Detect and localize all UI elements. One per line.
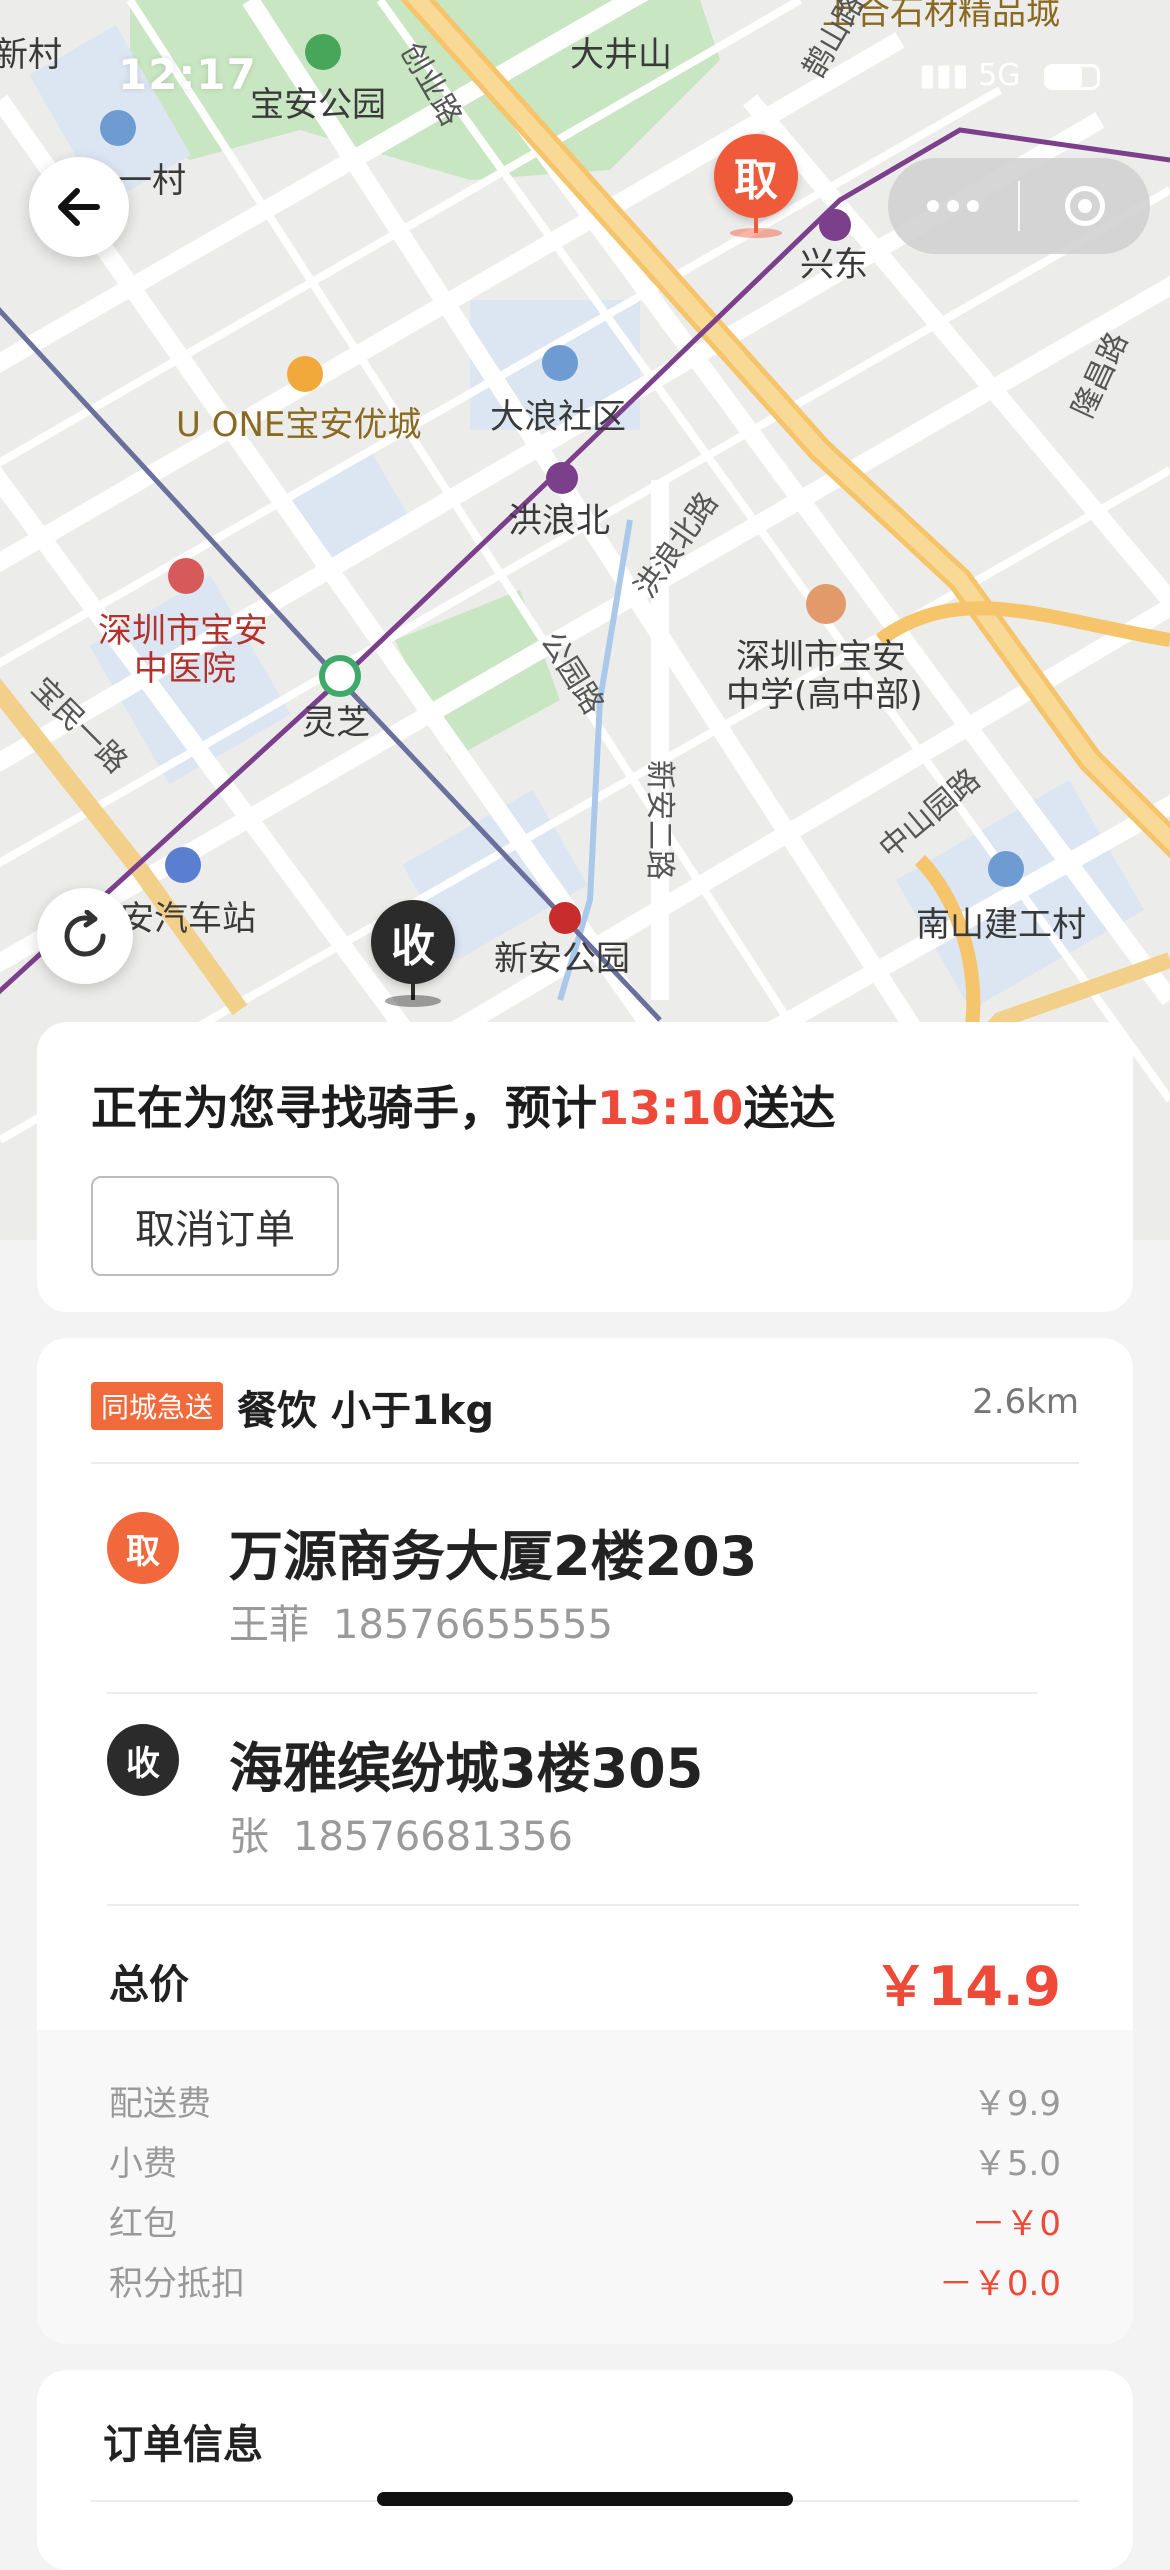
pickup-address-row[interactable]: 取 万源商务大厦2楼203 王菲 18576655555 xyxy=(107,1512,1037,1694)
pickup-badge: 取 xyxy=(107,1512,179,1584)
fee-value: ￥5.0 xyxy=(972,2143,1061,2184)
pickup-phone: 18576655555 xyxy=(333,1602,613,1648)
map-label: 深圳市宝安 xyxy=(736,637,906,677)
map-label: 新村 xyxy=(0,35,62,75)
status-prefix: 正在为您寻找骑手，预计 xyxy=(91,1081,597,1135)
refresh-button[interactable] xyxy=(37,888,133,984)
order-header: 同城急送 餐饮 小于1kg 2.6km xyxy=(91,1378,1079,1464)
dropoff-address-row[interactable]: 收 海雅缤纷城3楼305 张 18576681356 xyxy=(107,1724,1079,1906)
network-label: 5G xyxy=(978,58,1021,93)
delivery-status-text: 正在为您寻找骑手，预计13:10送达 xyxy=(91,1072,1079,1138)
map-label: 安汽车站 xyxy=(120,899,256,939)
fee-row: 小费 ￥5.0 xyxy=(109,2130,1061,2190)
dropoff-address: 海雅缤纷城3楼305 xyxy=(229,1737,704,1800)
dropoff-contact: 张 18576681356 xyxy=(229,1804,573,1862)
arrow-left-icon xyxy=(58,188,100,226)
map-label: 中医院 xyxy=(134,649,236,689)
signal-icon: ▮▮▮ xyxy=(919,58,969,93)
distance-label: 2.6km xyxy=(972,1382,1079,1422)
map-label: 中学(高中部) xyxy=(726,675,923,715)
order-info-card: 订单信息 xyxy=(37,2370,1133,2570)
miniprogram-capsule xyxy=(888,158,1150,254)
map-label: 深圳市宝安 xyxy=(98,611,268,651)
goods-type: 餐饮 小于1kg xyxy=(237,1388,495,1434)
fee-row: 积分抵扣 －￥0.0 xyxy=(109,2250,1061,2310)
cancel-order-button[interactable]: 取消订单 xyxy=(91,1176,339,1276)
refresh-icon xyxy=(64,910,106,957)
map-label: U ONE宝安优城 xyxy=(176,405,421,445)
dropoff-phone: 18576681356 xyxy=(293,1814,573,1860)
status-bar-time: 12:17 xyxy=(118,50,257,99)
fee-label: 小费 xyxy=(109,2143,177,2184)
rider-search-card: 正在为您寻找骑手，预计13:10送达 取消订单 xyxy=(37,1022,1133,1312)
status-bar-icons: ▮▮▮ 5G xyxy=(919,58,1100,93)
more-button[interactable] xyxy=(888,200,1018,212)
eta-time: 13:10 xyxy=(597,1081,744,1135)
fee-breakdown: 配送费 ￥9.9 小费 ￥5.0 红包 －￥0 积分抵扣 －￥0.0 xyxy=(37,2030,1133,2344)
map-label: 南山建工村 xyxy=(916,905,1086,945)
total-label: 总价 xyxy=(109,1962,189,2008)
dropoff-badge: 收 xyxy=(107,1724,179,1796)
map-label: 大浪社区 xyxy=(490,397,626,437)
service-tag: 同城急送 xyxy=(91,1382,224,1430)
road-label: 新安二路 xyxy=(642,760,677,880)
fee-value: －￥0.0 xyxy=(938,2263,1061,2304)
dropoff-name: 张 xyxy=(229,1814,269,1860)
map-label: 兴东 xyxy=(800,245,868,285)
order-info-title: 订单信息 xyxy=(103,2422,263,2468)
order-detail-card: 同城急送 餐饮 小于1kg 2.6km 取 万源商务大厦2楼203 王菲 1857… xyxy=(37,1338,1133,2344)
fee-value: ￥9.9 xyxy=(972,2083,1061,2124)
dropoff-marker[interactable]: 收 xyxy=(371,900,455,984)
fee-value: －￥0 xyxy=(971,2203,1061,2244)
pickup-marker[interactable]: 取 xyxy=(714,134,798,218)
status-suffix: 送达 xyxy=(743,1081,836,1135)
map-label: 洪浪北 xyxy=(508,501,610,541)
target-icon xyxy=(1065,186,1105,226)
map-label: 大井山 xyxy=(570,35,672,75)
home-indicator xyxy=(377,2492,793,2506)
pickup-name: 王菲 xyxy=(229,1602,309,1648)
close-miniprogram-button[interactable] xyxy=(1020,186,1150,226)
fee-label: 配送费 xyxy=(109,2083,211,2124)
total-price-row: 总价 ￥14.9 xyxy=(109,1926,1061,2036)
dropoff-marker-shadow xyxy=(385,995,441,1007)
map-label: 宝安公园 xyxy=(250,85,386,125)
map-label: 灵芝 xyxy=(302,703,370,743)
fee-row: 配送费 ￥9.9 xyxy=(109,2070,1061,2130)
pickup-address: 万源商务大厦2楼203 xyxy=(229,1525,758,1588)
fee-label: 红包 xyxy=(109,2203,177,2244)
pickup-contact: 王菲 18576655555 xyxy=(229,1592,613,1650)
battery-icon xyxy=(1044,63,1100,90)
fee-row: 红包 －￥0 xyxy=(109,2190,1061,2250)
map-label: 一村 xyxy=(118,161,186,201)
fee-label: 积分抵扣 xyxy=(109,2263,245,2304)
map-label: 新安公园 xyxy=(494,939,630,979)
pickup-marker-shadow xyxy=(730,228,782,238)
total-value: ￥14.9 xyxy=(873,1954,1061,2018)
back-button[interactable] xyxy=(29,157,129,257)
